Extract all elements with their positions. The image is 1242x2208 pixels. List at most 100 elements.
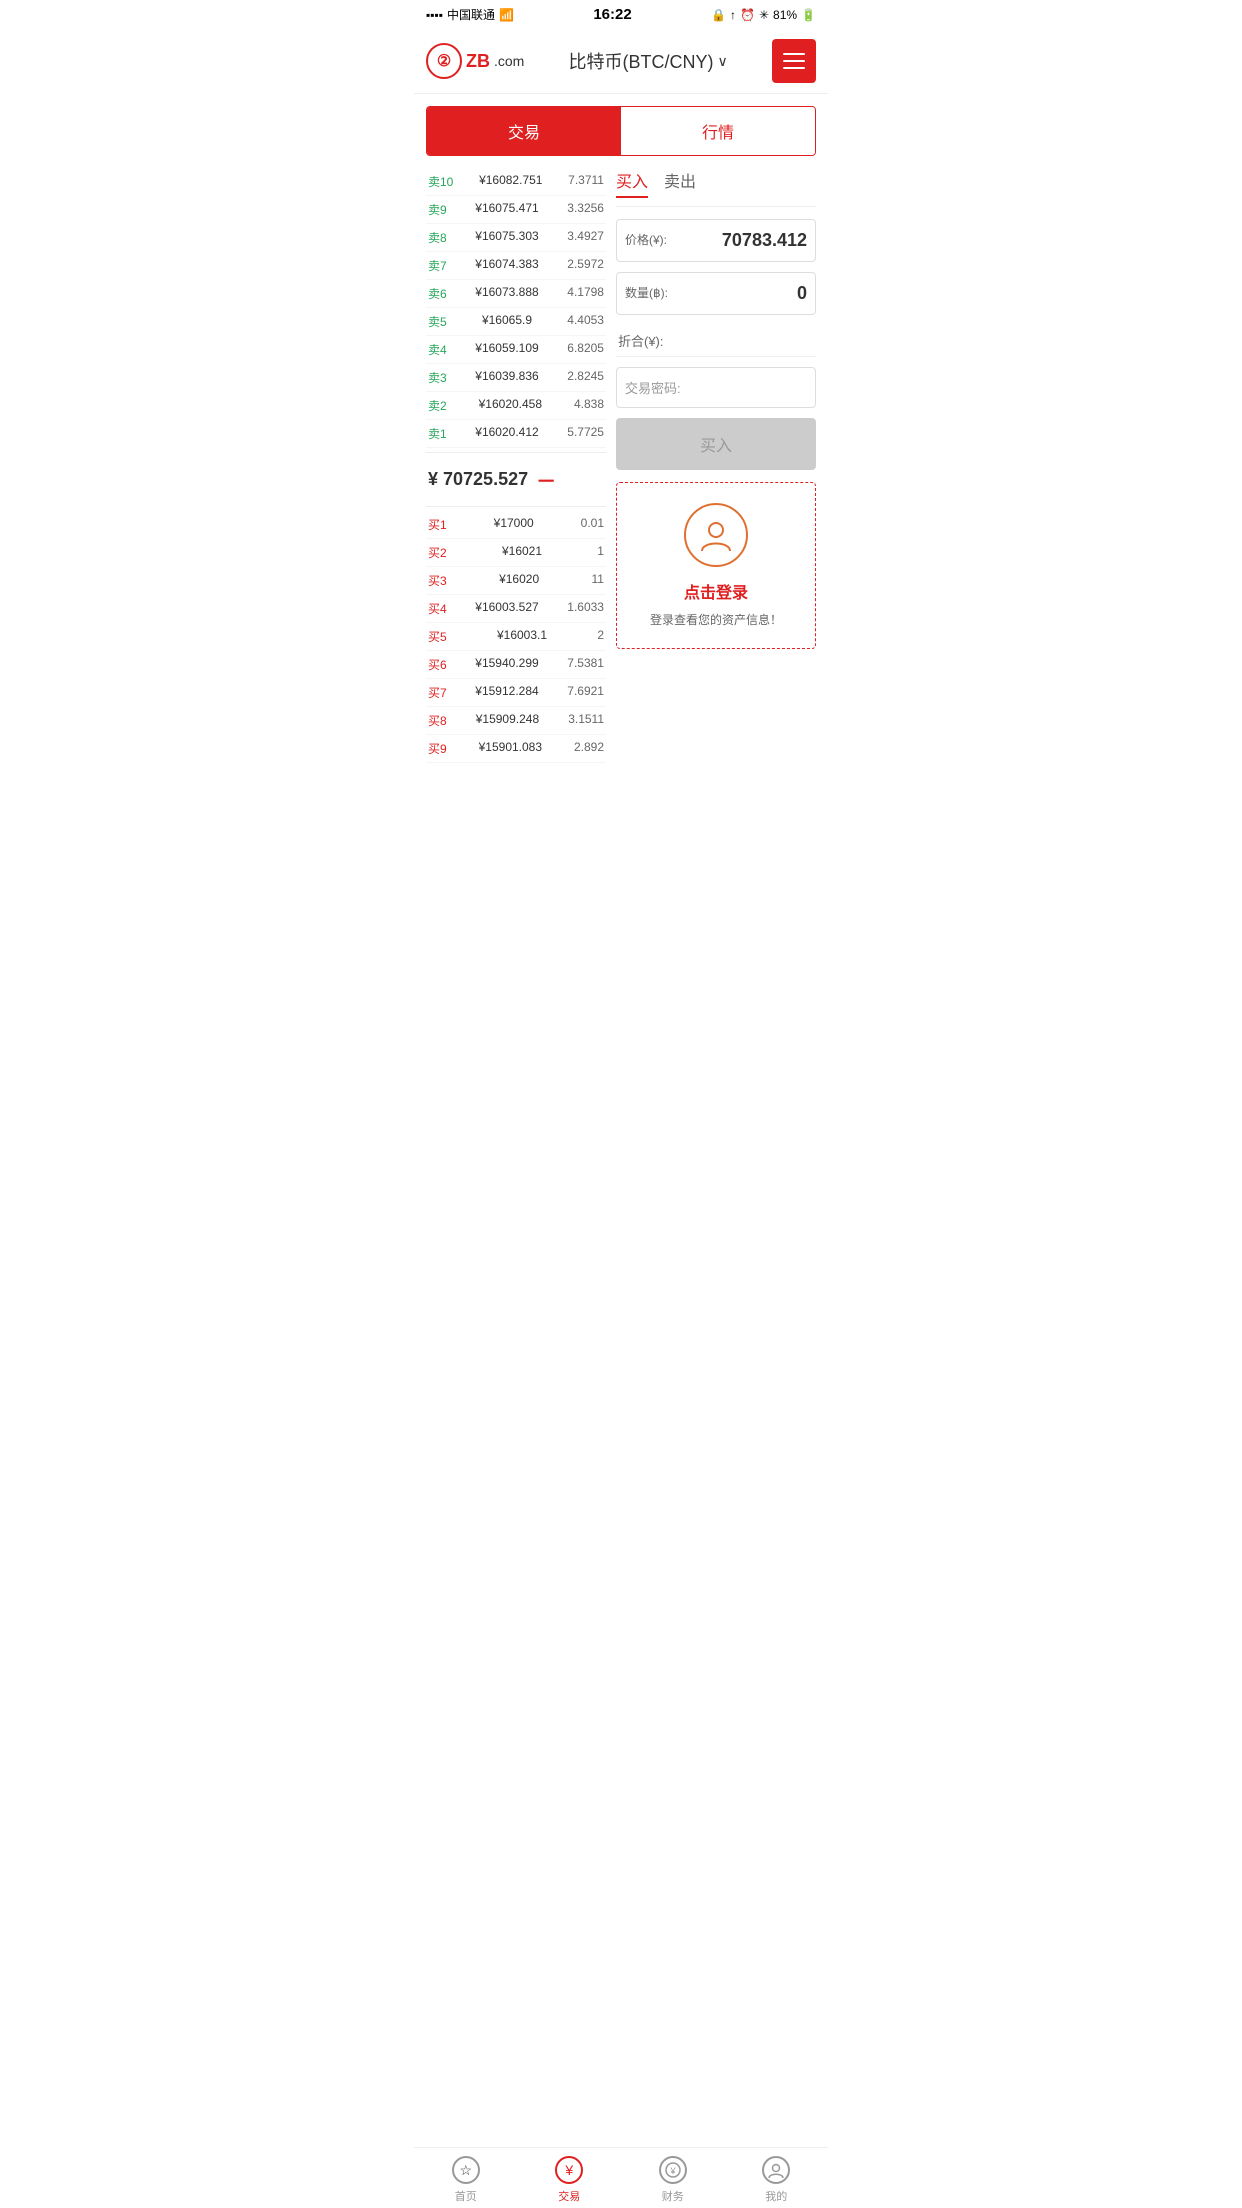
sell-amount: 2.8245	[567, 369, 604, 386]
tab-trade[interactable]: 交易	[427, 107, 621, 155]
trade-icon: ¥	[555, 2156, 583, 2184]
buy-amount: 11	[592, 572, 604, 589]
sell-order-row[interactable]: 卖2 ¥16020.458 4.838	[426, 392, 606, 420]
buy-label: 买2	[428, 544, 447, 561]
sell-label: 卖4	[428, 341, 447, 358]
order-book: 卖10 ¥16082.751 7.3711 卖9 ¥16075.471 3.32…	[426, 168, 606, 763]
logo: ② ZB .com	[426, 43, 524, 79]
buy-price: ¥16003.527	[475, 600, 538, 617]
sell-order-row[interactable]: 卖9 ¥16075.471 3.3256	[426, 196, 606, 224]
buy-label: 买7	[428, 684, 447, 701]
menu-line-1	[783, 53, 805, 55]
sell-amount: 3.3256	[567, 201, 604, 218]
buy-amount: 2	[597, 628, 604, 645]
tab-market[interactable]: 行情	[621, 107, 815, 155]
buy-order-row[interactable]: 买8 ¥15909.248 3.1511	[426, 707, 606, 735]
buy-button[interactable]: 买入	[616, 418, 816, 470]
buy-price: ¥15909.248	[476, 712, 539, 729]
sell-label: 卖9	[428, 201, 447, 218]
amount-value[interactable]: 0	[797, 283, 807, 304]
nav-home-label: 首页	[455, 2188, 477, 2204]
logo-domain: .com	[494, 53, 524, 69]
buy-order-row[interactable]: 买3 ¥16020 11	[426, 567, 606, 595]
battery-icon: 🔋	[801, 8, 816, 22]
buy-tab[interactable]: 买入	[616, 168, 648, 198]
login-text[interactable]: 点击登录	[629, 579, 803, 603]
wifi-icon: 📶	[499, 8, 514, 22]
buy-label: 买1	[428, 516, 447, 533]
buy-orders: 买1 ¥17000 0.01 买2 ¥16021 1 买3 ¥16020 11 …	[426, 511, 606, 763]
sell-label: 卖5	[428, 313, 447, 330]
price-label: 价格(¥):	[625, 231, 667, 248]
sell-price: ¥16059.109	[475, 341, 538, 358]
buy-order-row[interactable]: 买1 ¥17000 0.01	[426, 511, 606, 539]
header-title[interactable]: 比特币(BTC/CNY) ∨	[569, 48, 728, 74]
sell-price: ¥16074.383	[475, 257, 538, 274]
sell-order-row[interactable]: 卖7 ¥16074.383 2.5972	[426, 252, 606, 280]
nav-trade[interactable]: ¥ 交易	[518, 2156, 622, 2204]
sell-order-row[interactable]: 卖4 ¥16059.109 6.8205	[426, 336, 606, 364]
sell-order-row[interactable]: 卖6 ¥16073.888 4.1798	[426, 280, 606, 308]
sell-label: 卖10	[428, 173, 453, 190]
buy-amount: 1.6033	[567, 600, 604, 617]
price-value[interactable]: 70783.412	[722, 230, 807, 251]
buy-price: ¥15912.284	[475, 684, 538, 701]
status-time: 16:22	[593, 6, 631, 23]
buy-label: 买5	[428, 628, 447, 645]
buy-order-row[interactable]: 买2 ¥16021 1	[426, 539, 606, 567]
mid-price: ¥ 70725.527 －	[426, 452, 606, 507]
buy-price: ¥16021	[502, 544, 542, 561]
buy-price: ¥16003.1	[497, 628, 547, 645]
buy-price: ¥17000	[494, 516, 534, 533]
buy-order-row[interactable]: 买4 ¥16003.527 1.6033	[426, 595, 606, 623]
buy-label: 买6	[428, 656, 447, 673]
nav-finance[interactable]: ¥ 财务	[621, 2156, 725, 2204]
sell-amount: 6.8205	[567, 341, 604, 358]
login-sub-text: 登录查看您的资产信息！	[629, 611, 803, 628]
sell-label: 卖2	[428, 397, 447, 414]
sell-tab[interactable]: 卖出	[664, 168, 696, 198]
price-field: 价格(¥): 70783.412	[616, 219, 816, 262]
menu-line-2	[783, 60, 805, 62]
nav-finance-label: 财务	[662, 2188, 684, 2204]
mid-price-symbol: －	[536, 465, 556, 494]
svg-text:¥: ¥	[669, 2166, 676, 2176]
buy-amount: 7.5381	[567, 656, 604, 673]
password-field[interactable]: 交易密码:	[616, 367, 816, 408]
buy-amount: 7.6921	[567, 684, 604, 701]
sell-label: 卖6	[428, 285, 447, 302]
buy-order-row[interactable]: 买5 ¥16003.1 2	[426, 623, 606, 651]
sell-order-row[interactable]: 卖5 ¥16065.9 4.4053	[426, 308, 606, 336]
menu-button[interactable]	[772, 39, 816, 83]
status-right: 🔒 ↑ ⏰ ✳ 81% 🔋	[711, 8, 816, 22]
sell-price: ¥16075.303	[475, 229, 538, 246]
buy-order-row[interactable]: 买7 ¥15912.284 7.6921	[426, 679, 606, 707]
buy-price: ¥15901.083	[479, 740, 542, 757]
dropdown-chevron-icon[interactable]: ∨	[718, 53, 728, 70]
nav-mine[interactable]: 我的	[725, 2156, 829, 2204]
sell-label: 卖8	[428, 229, 447, 246]
amount-label: 数量(฿):	[625, 284, 668, 301]
sell-label: 卖3	[428, 369, 447, 386]
carrier: 中国联通	[447, 6, 495, 23]
sell-label: 卖1	[428, 425, 447, 442]
sell-order-row[interactable]: 卖10 ¥16082.751 7.3711	[426, 168, 606, 196]
buy-price: ¥16020	[499, 572, 539, 589]
sell-price: ¥16075.471	[475, 201, 538, 218]
buy-order-row[interactable]: 买9 ¥15901.083 2.892	[426, 735, 606, 763]
sell-order-row[interactable]: 卖1 ¥16020.412 5.7725	[426, 420, 606, 448]
login-avatar-icon	[684, 503, 748, 567]
buy-order-row[interactable]: 买6 ¥15940.299 7.5381	[426, 651, 606, 679]
alarm-icon: ⏰	[740, 8, 755, 22]
lock-icon: 🔒	[711, 8, 726, 22]
menu-line-3	[783, 67, 805, 69]
sell-order-row[interactable]: 卖8 ¥16075.303 3.4927	[426, 224, 606, 252]
buy-label: 买9	[428, 740, 447, 757]
status-bar: ▪▪▪▪ 中国联通 📶 16:22 🔒 ↑ ⏰ ✳ 81% 🔋	[414, 0, 828, 29]
login-prompt[interactable]: 点击登录 登录查看您的资产信息！	[616, 482, 816, 649]
sell-price: ¥16082.751	[479, 173, 542, 190]
sell-order-row[interactable]: 卖3 ¥16039.836 2.8245	[426, 364, 606, 392]
sell-amount: 2.5972	[567, 257, 604, 274]
buy-amount: 2.892	[574, 740, 604, 757]
nav-home[interactable]: ☆ 首页	[414, 2156, 518, 2204]
